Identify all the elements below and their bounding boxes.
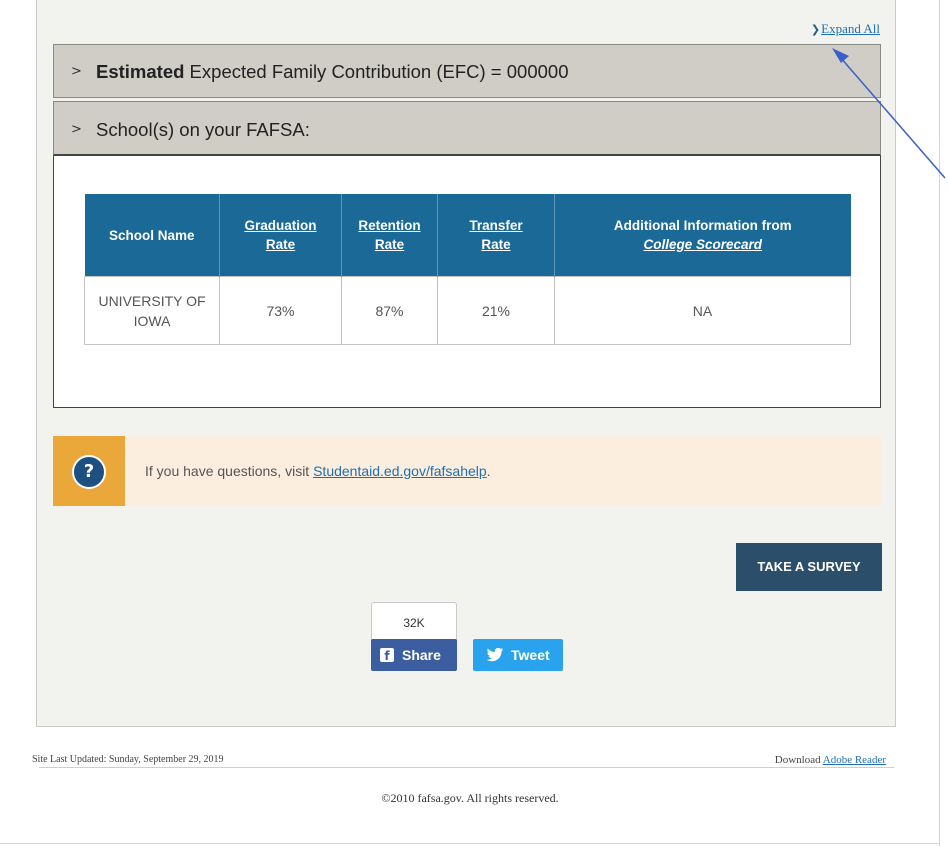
accordion-schools[interactable]: > School(s) on your FAFSA:	[53, 101, 881, 156]
help-message: If you have questions, visit Studentaid.…	[145, 436, 491, 506]
accordion-efc-bold: Estimated	[96, 61, 185, 82]
twitter-icon	[486, 647, 504, 662]
download-prefix: Download	[774, 754, 823, 766]
table-row: UNIVERSITY OF IOWA 73% 87% 21% NA	[84, 276, 851, 345]
cell-graduation-rate: 73%	[219, 276, 342, 345]
share-label: Share	[402, 647, 441, 663]
header-additional-info: Additional Information from College Score…	[554, 194, 851, 277]
last-updated-text: Site Last Updated: Sunday, September 29,…	[32, 754, 224, 765]
schools-content: School Name Graduation Rate Retention Rate…	[53, 156, 881, 408]
footer-divider	[39, 767, 894, 768]
cell-additional-info: NA	[554, 276, 851, 345]
header-retention-rate[interactable]: Retention Rate	[341, 194, 438, 277]
expand-all-link[interactable]: Expand All	[821, 21, 880, 36]
accordion-efc-label: Estimated Expected Family Contribution (…	[96, 45, 568, 99]
help-message-prefix: If you have questions, visit	[145, 463, 314, 479]
facebook-share-button[interactable]: f Share	[371, 639, 457, 671]
copyright-text: ©2010 fafsa.gov. All rights reserved.	[381, 791, 559, 805]
header-graduation-rate[interactable]: Graduation Rate	[219, 194, 342, 277]
download-reader: Download Adobe Reader	[775, 754, 886, 766]
cell-school-name: UNIVERSITY OF IOWA	[84, 276, 220, 345]
help-message-suffix: .	[486, 463, 491, 479]
table-header-row: School Name Graduation Rate Retention Rate…	[84, 194, 851, 277]
help-banner: ? If you have questions, visit Studentai…	[53, 436, 881, 506]
chevron-right-icon: ❯	[810, 23, 821, 36]
expand-all-control[interactable]: ❯Expand All	[811, 21, 880, 37]
school-name-line1: UNIVERSITY OF	[98, 292, 206, 309]
chevron-right-icon: >	[71, 122, 82, 137]
transfer-rate-link-line2[interactable]: Rate	[481, 237, 510, 252]
retention-rate-link-line1[interactable]: Retention	[358, 218, 420, 233]
header-school-name: School Name	[84, 194, 220, 277]
help-icon-block: ?	[53, 436, 125, 506]
main-panel: ❯Expand All > Estimated Expected Family …	[36, 0, 896, 727]
schools-table: School Name Graduation Rate Retention Rate…	[84, 194, 851, 345]
chevron-right-icon: >	[71, 64, 82, 79]
school-name-line2: IOWA	[133, 312, 171, 329]
additional-info-heading: Additional Information from	[613, 218, 792, 233]
cell-retention-rate: 87%	[341, 276, 438, 345]
header-transfer-rate[interactable]: Transfer Rate	[437, 194, 555, 277]
help-link[interactable]: Studentaid.ed.gov/fafsahelp	[313, 463, 487, 479]
question-icon: ?	[72, 455, 106, 489]
accordion-efc-text: Expected Family Contribution (EFC) = 000…	[184, 61, 569, 82]
tweet-label: Tweet	[511, 647, 550, 663]
retention-rate-link-line2[interactable]: Rate	[375, 237, 404, 252]
page-frame: ❯Expand All > Estimated Expected Family …	[0, 0, 940, 846]
adobe-reader-link[interactable]: Adobe Reader	[823, 754, 886, 766]
facebook-icon: f	[380, 648, 394, 663]
transfer-rate-link-line1[interactable]: Transfer	[469, 218, 522, 233]
graduation-rate-link-line2[interactable]: Rate	[266, 237, 295, 252]
accordion-efc[interactable]: > Estimated Expected Family Contribution…	[53, 44, 881, 98]
share-count: 32K	[371, 602, 457, 642]
tweet-button[interactable]: Tweet	[473, 639, 563, 671]
take-survey-button[interactable]: TAKE A SURVEY	[736, 543, 882, 591]
cell-transfer-rate: 21%	[437, 276, 555, 345]
accordion-schools-label: School(s) on your FAFSA:	[96, 119, 310, 140]
graduation-rate-link-line1[interactable]: Graduation	[244, 218, 316, 233]
bottom-divider	[0, 843, 940, 844]
college-scorecard-link[interactable]: College Scorecard	[643, 237, 762, 252]
